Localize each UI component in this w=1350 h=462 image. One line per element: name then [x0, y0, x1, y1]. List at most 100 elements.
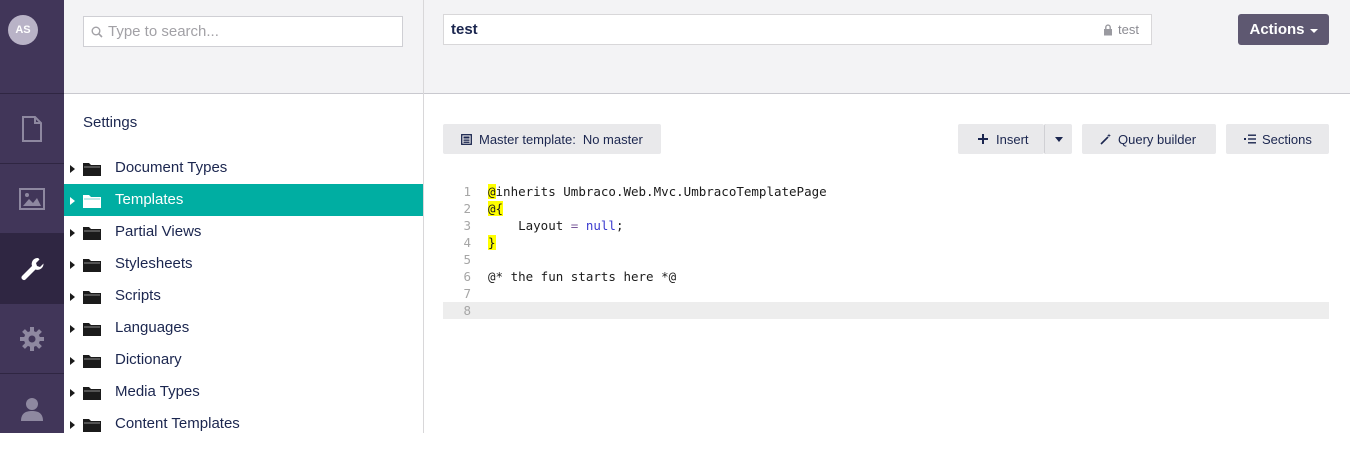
avatar[interactable]: AS	[8, 15, 38, 45]
master-template-label: Master template:	[479, 131, 576, 147]
avatar-area: AS	[0, 0, 64, 93]
line-number: 5	[463, 252, 471, 267]
tree-item-label: Templates	[115, 191, 184, 208]
tree-title: Settings	[83, 114, 138, 131]
section-rail: AS	[0, 0, 64, 433]
caret-right-icon[interactable]	[70, 325, 75, 333]
tree-item[interactable]: Document Types	[64, 152, 423, 184]
actions-button[interactable]: Actions	[1238, 14, 1329, 45]
caret-right-icon[interactable]	[70, 261, 75, 269]
line-number: 1	[463, 184, 471, 199]
folder-icon	[83, 419, 101, 432]
sections-label: Sections	[1262, 131, 1312, 147]
tree-header	[64, 0, 423, 94]
caret-down-icon	[1309, 28, 1318, 33]
tree-item-label: Content Templates	[115, 415, 240, 432]
null-keyword: null	[585, 218, 616, 233]
code-editor[interactable]: 1 @inherits Umbraco.Web.Mvc.UmbracoTempl…	[443, 183, 1329, 319]
editor-body: Master template: No master Insert Query …	[424, 94, 1350, 433]
code-line: 4 }	[443, 234, 1329, 251]
code-text: @inherits Umbraco.Web.Mvc.UmbracoTemplat…	[488, 183, 827, 200]
line-number: 4	[463, 235, 471, 250]
caret-right-icon[interactable]	[70, 357, 75, 365]
insert-dropdown-toggle[interactable]	[1044, 124, 1072, 154]
tree-list: Document Types Templates Partial Views Styl…	[64, 152, 423, 440]
code-text: }	[488, 234, 496, 251]
tree-item-label: Stylesheets	[115, 255, 193, 272]
code-block-open: @{	[488, 201, 504, 216]
folder-icon	[83, 323, 101, 336]
search-input[interactable]	[108, 23, 398, 40]
query-builder-button[interactable]: Query builder	[1082, 124, 1216, 154]
folder-icon	[83, 291, 101, 304]
inherits-text: inherits Umbraco.Web.Mvc.UmbracoTemplate…	[495, 184, 827, 199]
insert-button[interactable]: Insert	[958, 124, 1044, 154]
query-builder-label: Query builder	[1118, 131, 1197, 147]
line-number: 7	[463, 286, 471, 301]
code-line: 3 Layout = null;	[443, 217, 1329, 234]
section-developer[interactable]	[0, 303, 64, 373]
folder-icon	[83, 163, 101, 176]
tree-item[interactable]: Stylesheets	[64, 248, 423, 280]
code-line: 5	[443, 251, 1329, 268]
tree-item[interactable]: Content Templates	[64, 408, 423, 440]
user-icon	[21, 397, 43, 421]
tree-item[interactable]: Dictionary	[64, 344, 423, 376]
alias-value: test	[1118, 22, 1139, 37]
tree-item[interactable]: Partial Views	[64, 216, 423, 248]
code-line: 2 @{	[443, 200, 1329, 217]
tree-panel: Settings Document Types Templates Partial …	[64, 0, 424, 433]
layout-text: Layout	[488, 218, 571, 233]
tree-item-label: Languages	[115, 319, 190, 336]
sections-button[interactable]: Sections	[1226, 124, 1329, 154]
umbraco-backoffice: AS Type to search... Settings Document T…	[0, 0, 1350, 433]
caret-right-icon[interactable]	[70, 421, 75, 429]
wand-icon	[1100, 133, 1111, 145]
alias-field[interactable]: test	[1103, 22, 1139, 37]
tree-item[interactable]: Languages	[64, 312, 423, 344]
caret-right-icon[interactable]	[70, 229, 75, 237]
caret-right-icon[interactable]	[70, 165, 75, 173]
tree-item[interactable]: Media Types	[64, 376, 423, 408]
tree-item[interactable]: Templates	[64, 184, 423, 216]
folder-icon	[83, 355, 101, 368]
actions-label: Actions	[1249, 21, 1305, 38]
section-content[interactable]	[0, 93, 64, 163]
lock-icon	[1104, 23, 1113, 35]
semicolon: ;	[615, 218, 624, 233]
section-users[interactable]	[0, 373, 64, 443]
line-number: 3	[463, 218, 471, 233]
plus-icon	[978, 134, 988, 144]
tree-item-label: Dictionary	[115, 351, 182, 368]
tree-search[interactable]	[83, 16, 403, 47]
document-icon	[22, 115, 42, 142]
tree-item-label: Document Types	[115, 159, 228, 176]
section-settings[interactable]	[0, 233, 64, 303]
caret-down-icon	[1054, 136, 1063, 142]
tree-item-label: Media Types	[115, 383, 200, 400]
razor-comment: @* the fun starts here *@	[488, 269, 677, 284]
code-line: 7	[443, 285, 1329, 302]
tree-item-label: Partial Views	[115, 223, 202, 240]
equals-operator: =	[570, 218, 579, 233]
tree-item[interactable]: Scripts	[64, 280, 423, 312]
section-media[interactable]	[0, 163, 64, 233]
caret-right-icon[interactable]	[70, 389, 75, 397]
folder-icon	[83, 387, 101, 400]
line-number: 2	[463, 201, 471, 216]
code-line: 1 @inherits Umbraco.Web.Mvc.UmbracoTempl…	[443, 183, 1329, 200]
code-line: 6 @* the fun starts here *@	[443, 268, 1329, 285]
image-icon	[19, 187, 45, 210]
template-icon	[461, 133, 472, 145]
code-line-current: 8	[443, 302, 1329, 319]
template-name-field[interactable]: test test	[443, 14, 1152, 45]
master-template-button[interactable]: Master template: No master	[443, 124, 661, 154]
template-name-value: test	[451, 21, 478, 38]
code-text: @{	[488, 200, 504, 217]
tree-item-label: Scripts	[115, 287, 161, 304]
razor-at: @	[488, 184, 496, 199]
master-template-value: No master	[582, 131, 643, 147]
caret-right-icon[interactable]	[70, 197, 75, 205]
caret-right-icon[interactable]	[70, 293, 75, 301]
line-number: 6	[463, 269, 471, 284]
